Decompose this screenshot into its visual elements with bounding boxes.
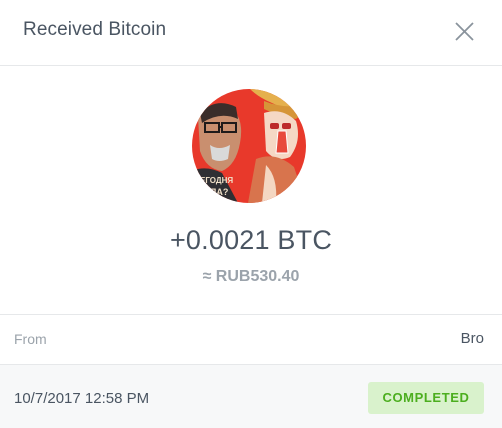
transaction-date: 10/7/2017 12:58 PM <box>14 390 150 407</box>
svg-text:ЕГОДНЯ: ЕГОДНЯ <box>200 176 233 185</box>
svg-text:ЛА?: ЛА? <box>210 187 228 197</box>
divider <box>0 314 502 315</box>
btc-amount: +0.0021 BTC <box>169 225 333 255</box>
avatar: ЕГОДНЯ ЛА? <box>192 89 306 203</box>
close-icon[interactable] <box>447 14 481 48</box>
fiat-amount: ≈ RUB530.40 <box>202 268 300 285</box>
from-value: Bro <box>460 330 484 347</box>
status-badge: COMPLETED <box>368 382 484 414</box>
transaction-footer: 10/7/2017 12:58 PM COMPLETED <box>0 365 502 428</box>
dialog-title: Received Bitcoin <box>23 19 167 40</box>
dialog-header: Received Bitcoin <box>0 0 502 66</box>
received-bitcoin-dialog: Received Bitcoin ЕГОДНЯ ЛА? +0.0021 BTC … <box>0 0 502 428</box>
from-label: From <box>14 331 47 347</box>
